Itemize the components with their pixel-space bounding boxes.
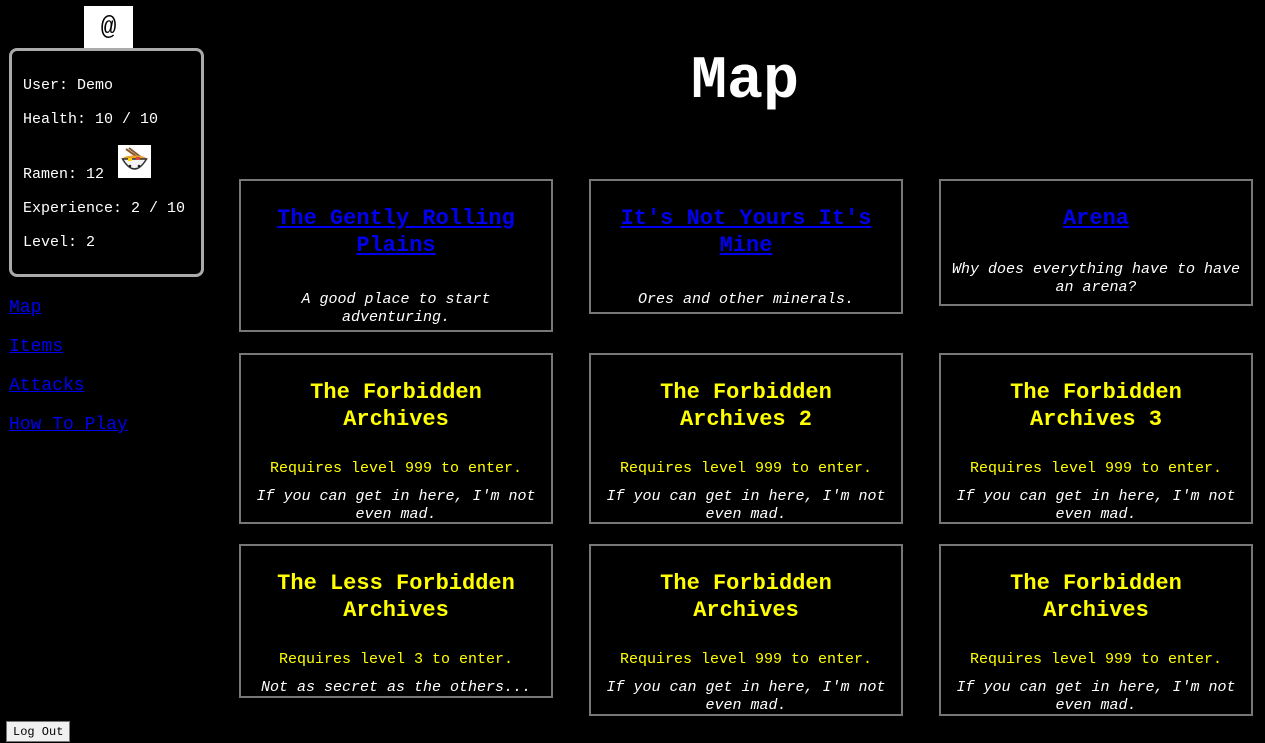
location-link[interactable]: The Gently Rolling Plains [277,206,515,258]
location-requirement: Requires level 999 to enter. [619,460,873,477]
location-card-forbidden-archives-b: The Forbidden Archives Requires level 99… [589,544,903,716]
avatar: @ [84,6,133,48]
location-card-forbidden-archives-3: The Forbidden Archives 3 Requires level … [939,353,1253,524]
nav-link-attacks[interactable]: Attacks [9,374,128,413]
location-card-forbidden-archives: The Forbidden Archives Requires level 99… [239,353,553,524]
location-requirement: Requires level 3 to enter. [278,651,514,668]
location-card-not-yours-mine: It's Not Yours It's Mine Ores and other … [589,179,903,314]
location-description: A good place to start adventuring. [301,291,491,326]
location-link[interactable]: It's Not Yours It's Mine [621,206,872,258]
location-title: The Forbidden Archives [1010,571,1182,623]
location-title: The Forbidden Archives 3 [1010,380,1182,432]
location-description: If you can get in here, I'm not even mad… [956,679,1236,714]
location-description: Not as secret as the others... [260,679,532,696]
stat-experience: Experience: 2 / 10 [23,200,186,217]
nav-link-how-to-play[interactable]: How To Play [9,413,128,452]
location-card-gently-rolling-plains: The Gently Rolling Plains A good place t… [239,179,553,332]
stat-level: Level: 2 [23,234,96,251]
location-description: If you can get in here, I'm not even mad… [256,488,536,523]
location-title: The Less Forbidden Archives [277,571,515,623]
stat-ramen: Ramen: 12 [23,166,105,183]
location-requirement: Requires level 999 to enter. [269,460,523,477]
location-title: The Forbidden Archives 2 [660,380,832,432]
nav-link-items[interactable]: Items [9,335,128,374]
location-title: The Forbidden Archives [660,571,832,623]
location-description: Ores and other minerals. [637,291,855,308]
location-description: If you can get in here, I'm not even mad… [956,488,1236,523]
location-card-forbidden-archives-c: The Forbidden Archives Requires level 99… [939,544,1253,716]
location-requirement: Requires level 999 to enter. [619,651,873,668]
location-requirement: Requires level 999 to enter. [969,460,1223,477]
logout-button[interactable]: Log Out [6,721,71,742]
ramen-bowl-icon [118,145,151,178]
location-description: If you can get in here, I'm not even mad… [606,679,886,714]
location-card-less-forbidden-archives: The Less Forbidden Archives Requires lev… [239,544,553,698]
location-card-forbidden-archives-2: The Forbidden Archives 2 Requires level … [589,353,903,524]
stat-user: User: Demo [23,77,114,94]
location-title: The Forbidden Archives [310,380,482,432]
location-card-arena: Arena Why does everything have to have a… [939,179,1253,306]
location-description: Why does everything have to have an aren… [951,261,1241,296]
nav-link-map[interactable]: Map [9,296,128,335]
stats-panel: User: Demo Health: 10 / 10 Ramen: 12 Exp… [9,48,204,277]
location-link[interactable]: Arena [1063,206,1129,231]
location-requirement: Requires level 999 to enter. [969,651,1223,668]
page-title: Map [690,48,800,116]
sidebar-nav: Map Items Attacks How To Play [9,296,128,452]
stat-health: Health: 10 / 10 [23,111,159,128]
location-description: If you can get in here, I'm not even mad… [606,488,886,523]
